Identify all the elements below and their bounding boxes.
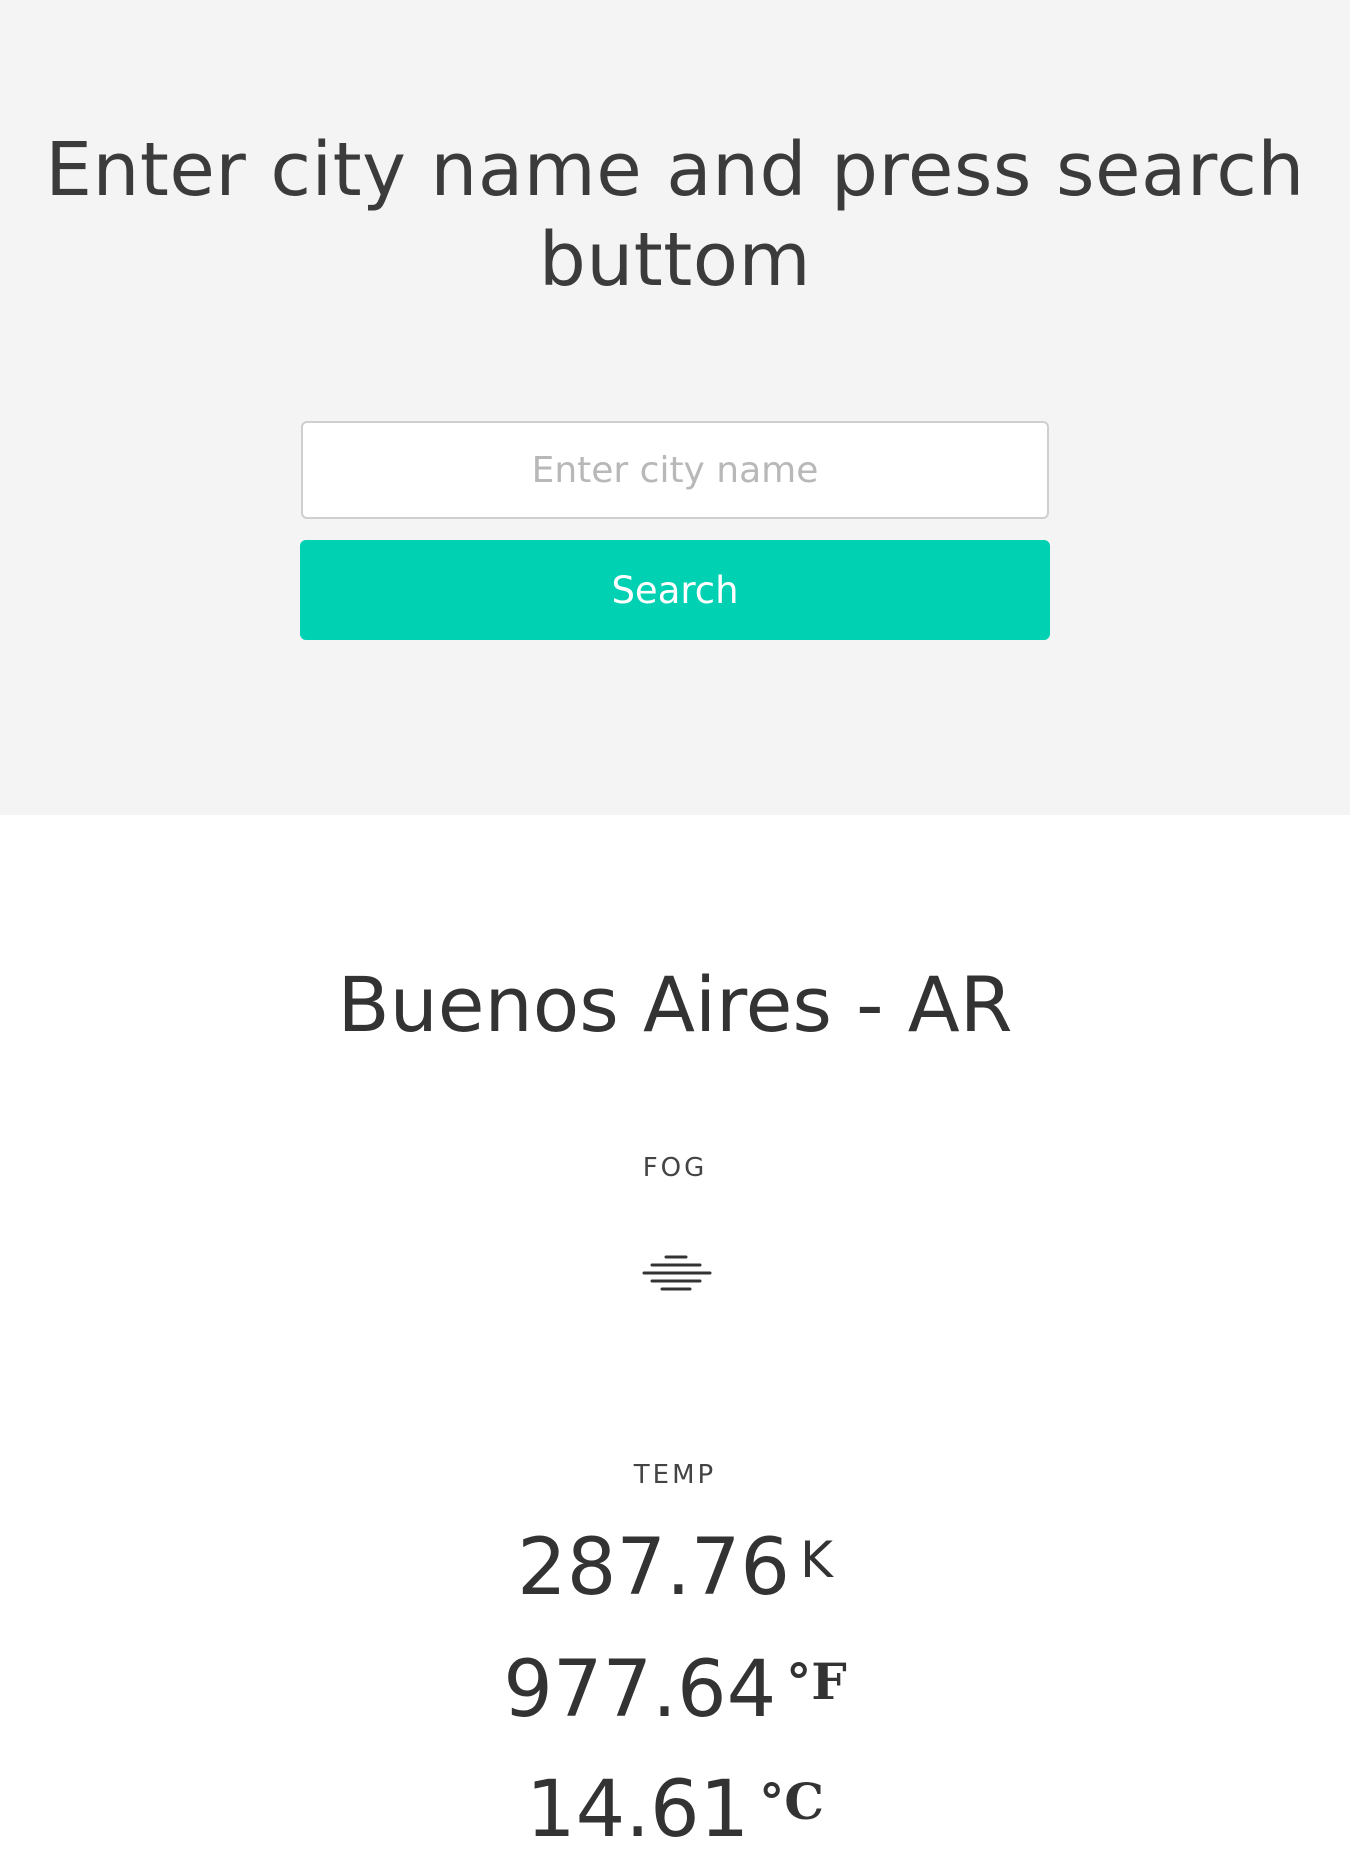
city-name: Buenos Aires - AR <box>337 960 1013 1049</box>
city-search-input[interactable] <box>301 421 1049 519</box>
temp-fahrenheit-unit: °F <box>786 1652 847 1711</box>
search-hero: Enter city name and press search buttom … <box>0 0 1350 815</box>
temp-fahrenheit-value: 977.64 <box>503 1645 777 1735</box>
fog-icon <box>642 1255 712 1291</box>
search-button[interactable]: Search <box>300 540 1050 640</box>
temp-fahrenheit: 977.64 °F <box>0 1640 1350 1740</box>
temp-celsius: 14.61 °C <box>0 1760 1350 1860</box>
temp-kelvin-unit: K <box>800 1531 833 1589</box>
temp-celsius-unit: °C <box>759 1772 825 1831</box>
temp-kelvin-value: 287.76 <box>517 1523 791 1613</box>
temp-kelvin: 287.76 K <box>0 1518 1350 1618</box>
temp-celsius-value: 14.61 <box>525 1765 750 1855</box>
temp-label: TEMP <box>633 1460 717 1490</box>
page-title: Enter city name and press search buttom <box>45 127 1305 303</box>
weather-description: FOG <box>642 1153 708 1183</box>
